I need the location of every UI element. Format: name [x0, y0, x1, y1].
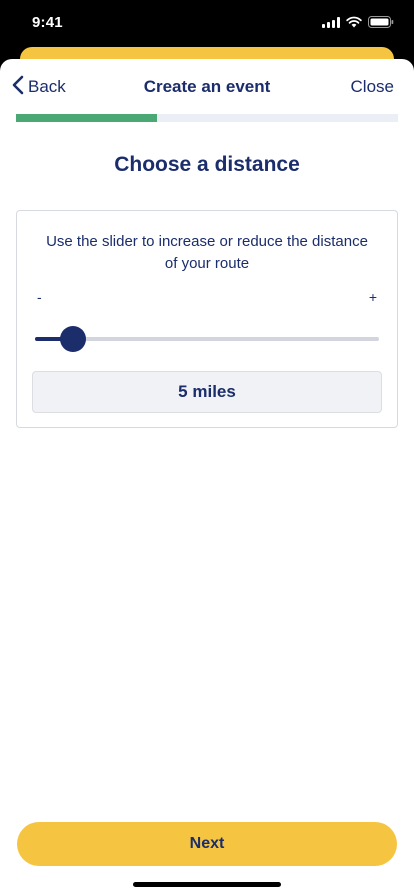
next-button[interactable]: Next — [17, 822, 397, 866]
home-indicator — [133, 882, 281, 887]
signal-icon — [322, 16, 340, 28]
nav-bar: Back Create an event Close — [0, 59, 414, 111]
slider-track[interactable] — [35, 337, 379, 341]
distance-slider[interactable] — [35, 325, 379, 353]
status-bar: 9:41 — [0, 0, 414, 46]
wifi-icon — [346, 16, 362, 28]
close-button[interactable]: Close — [351, 77, 394, 97]
battery-icon — [368, 16, 394, 28]
slider-thumb[interactable] — [59, 326, 86, 352]
slider-minus-label: - — [37, 289, 42, 305]
slider-plus-label: + — [368, 289, 377, 305]
status-icons — [322, 16, 394, 28]
status-time: 9:41 — [32, 14, 63, 31]
distance-card: Use the slider to increase or reduce the… — [16, 210, 398, 428]
progress-bar — [16, 114, 398, 122]
screen: 9:41 Back Create an event Close Choose a… — [0, 0, 414, 896]
progress-fill — [16, 114, 158, 122]
distance-value: 5 miles — [32, 371, 382, 413]
create-event-sheet: Back Create an event Close Choose a dist… — [0, 59, 414, 896]
slider-description: Use the slider to increase or reduce the… — [46, 233, 368, 272]
page-title: Choose a distance — [114, 153, 300, 176]
